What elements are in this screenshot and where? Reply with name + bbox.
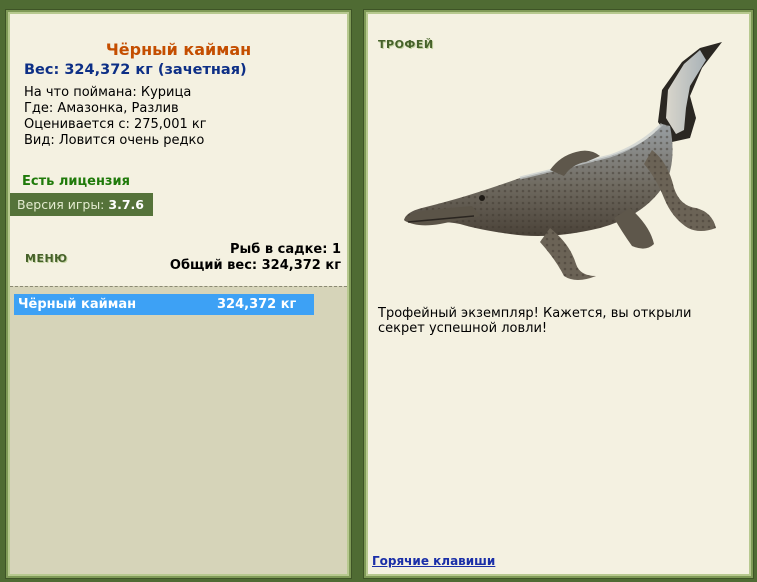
version-label: Версия игры: [17,197,105,212]
list-item-weight: 324,372 кг [217,297,297,312]
fish-info-panel: Чёрный кайман Вес: 324,372 кг (зачетная)… [6,10,351,578]
version-value: 3.7.6 [108,197,144,212]
list-item-name: Чёрный кайман [18,297,137,312]
game-version-badge: Версия игры: 3.7.6 [10,193,153,216]
keepnet-total-weight: Общий вес: 324,372 кг [169,258,341,273]
keepnet-count: Рыб в садке: 1 [229,242,341,257]
list-item[interactable]: Чёрный кайман 324,372 кг [14,294,314,315]
value-info: Оценивается с: 275,001 кг [24,117,207,132]
menu-button[interactable]: МЕНЮ [25,252,68,265]
hotkeys-link[interactable]: Горячие клавиши [372,554,495,568]
location-info: Где: Амазонка, Разлив [24,101,179,116]
trophy-message: Трофейный экземпляр! Кажется, вы открыли… [378,306,692,336]
trophy-panel: ТРОФЕЙ Трофейный экземпляр! Кажется, вы … [364,10,753,578]
keepnet-stats: Рыб в садке: 1 Общий вес: 324,372 кг [170,242,341,274]
license-status: Есть лицензия [22,174,130,189]
fish-name-title: Чёрный кайман [105,40,252,59]
rarity-info: Вид: Ловится очень редко [24,133,205,148]
bait-info: На что поймана: Курица [24,85,192,100]
fish-weight: Вес: 324,372 кг (зачетная) [24,62,247,78]
keepnet-list: Чёрный кайман 324,372 кг [10,286,347,574]
caiman-image [404,42,722,280]
